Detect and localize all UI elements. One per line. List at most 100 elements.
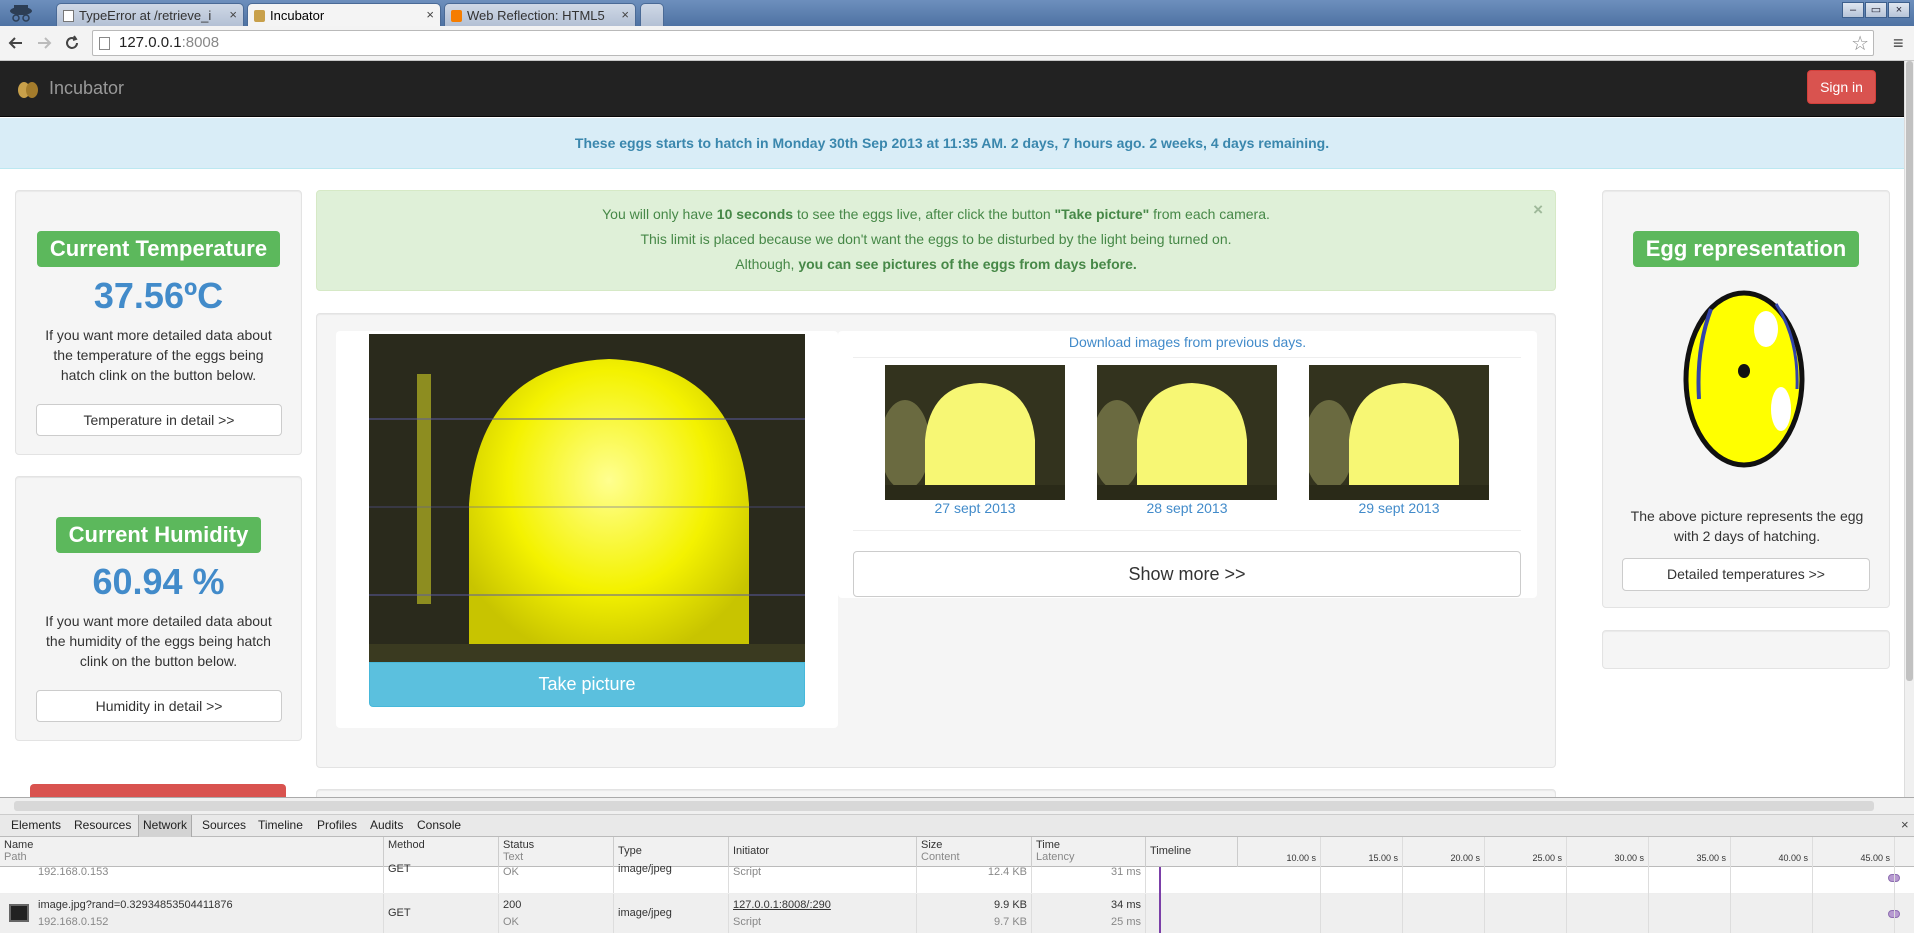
danger-button-partial[interactable] [30, 784, 286, 797]
timeline-tick-label: 20.00 s [1450, 853, 1480, 863]
request-initiator-link[interactable]: 127.0.0.1:8008/:290 [733, 898, 912, 912]
alert-line-2: This limit is placed because we don't wa… [640, 231, 1232, 247]
devtools-tab-sources[interactable]: Sources [198, 815, 250, 837]
show-more-button[interactable]: Show more >> [853, 551, 1521, 597]
timeline-grid-line [1566, 837, 1567, 933]
thumbnail-29-sept[interactable] [1309, 365, 1489, 500]
request-type: image/jpeg [614, 894, 729, 933]
column-initiator[interactable]: Initiator [729, 837, 917, 867]
timeline-grid-line [1320, 837, 1321, 933]
network-row[interactable]: image.jpg?rand=0.329348535044118​76 192.1… [0, 894, 1914, 933]
timeline-tick-label: 15.00 s [1368, 853, 1398, 863]
devtools-tab-profiles[interactable]: Profiles [313, 815, 361, 837]
arrow-right-icon [38, 37, 52, 49]
minimize-window-button[interactable]: – [1842, 2, 1864, 18]
timeline-grid-line [1484, 837, 1485, 933]
devtools-tab-console[interactable]: Console [413, 815, 465, 837]
incognito-icon [6, 3, 36, 23]
humidity-value: 60.94 % [92, 561, 225, 602]
timeline-tick-label: 10.00 s [1286, 853, 1316, 863]
camera-live-image [369, 334, 805, 662]
close-tab-icon[interactable]: × [426, 7, 434, 22]
network-table-header: Name Path Method Status Text Type Initiato… [0, 837, 1914, 867]
egg-representation-panel: Egg representation The above picture rep… [1602, 190, 1890, 608]
close-tab-icon[interactable]: × [621, 7, 629, 22]
humidity-panel: Current Humidity 60.94 % If you want mor… [15, 476, 302, 741]
devtools-tab-audits[interactable]: Audits [366, 815, 407, 837]
url-text: 127.0.0.1:8008 [119, 34, 220, 51]
column-time[interactable]: Time Latency [1032, 837, 1146, 867]
horizontal-scrollbar[interactable] [0, 798, 1914, 815]
request-method: GET [384, 864, 499, 893]
forward-button[interactable] [34, 33, 54, 53]
download-previous-images-link[interactable]: Download images from previous days. [838, 334, 1537, 350]
vertical-scrollbar[interactable] [1904, 61, 1914, 797]
bottom-panel-partial [316, 789, 1556, 797]
egg-description: The above picture represents the egg wit… [1630, 508, 1864, 544]
devtools-tab-timeline[interactable]: Timeline [254, 815, 307, 837]
thumbnail-28-sept[interactable] [1097, 365, 1277, 500]
browser-toolbar: 127.0.0.1:8008 ☆ ≡ [0, 26, 1914, 61]
thumbnail-caption[interactable]: 29 sept 2013 [1309, 500, 1489, 516]
browser-tab-title: Web Reflection: HTML5 [467, 8, 605, 23]
humidity-detail-button[interactable]: Humidity in detail >> [36, 690, 282, 722]
column-name[interactable]: Name Path [0, 837, 384, 867]
back-button[interactable] [6, 33, 26, 53]
network-row[interactable]: 192.168.0.153 GET OK image/jpeg Script 1… [0, 864, 1914, 894]
request-size: 9.9 KB [993, 899, 1027, 911]
devtools-tab-network[interactable]: Network [138, 815, 193, 837]
temperature-value: 37.56ºC [93, 275, 224, 316]
hatch-info-alert: These eggs starts to hatch in Monday 30t… [0, 118, 1904, 169]
timeline-marker-line [1159, 867, 1161, 933]
thumbnail-caption[interactable]: 27 sept 2013 [885, 500, 1065, 516]
timeline-tick-label: 30.00 s [1614, 853, 1644, 863]
request-time: 34 ms [1111, 899, 1141, 911]
browser-tab-incubator[interactable]: Incubator × [247, 3, 441, 26]
egg-title: Egg representation [1632, 231, 1860, 267]
maximize-window-button[interactable]: ▭ [1865, 2, 1887, 18]
column-status[interactable]: Status Text [499, 837, 614, 867]
incubator-logo-icon [16, 79, 38, 99]
devtools-panel: Elements Resources Network Sources Timel… [0, 797, 1914, 933]
request-latency: 25 ms [1111, 916, 1141, 928]
close-window-button[interactable]: × [1888, 2, 1910, 18]
take-picture-button[interactable]: Take picture [369, 662, 805, 707]
page-icon [99, 37, 110, 50]
devtools-tab-elements[interactable]: Elements [7, 815, 65, 837]
browser-tab-typeerror[interactable]: TypeError at /retrieve_i × [56, 3, 244, 26]
timeline-tick-label: 40.00 s [1778, 853, 1808, 863]
request-initiator-sub: Script [733, 866, 762, 878]
request-path: 192.168.0.153 [38, 866, 109, 878]
sign-in-button[interactable]: Sign in [1807, 70, 1876, 104]
alert-line-3: Although, you can see pictures of the eg… [735, 256, 1137, 272]
browser-tab-bar: TypeError at /retrieve_i × Incubator × W… [0, 0, 1914, 26]
devtools-tab-bar: Elements Resources Network Sources Timel… [0, 815, 1914, 837]
detailed-temperatures-button[interactable]: Detailed temperatures >> [1622, 558, 1870, 591]
address-bar[interactable]: 127.0.0.1:8008 ☆ [92, 30, 1874, 56]
temperature-detail-button[interactable]: Temperature in detail >> [36, 404, 282, 436]
timeline-grid-line [1730, 837, 1731, 933]
star-icon[interactable]: ☆ [1851, 31, 1869, 56]
humidity-title: Current Humidity [55, 517, 262, 553]
browser-tab-web-reflection[interactable]: Web Reflection: HTML5 × [444, 3, 636, 26]
browser-tab-title: Incubator [270, 8, 325, 23]
page-icon [63, 10, 74, 22]
request-status: 200 [503, 899, 522, 911]
column-timeline[interactable]: Timeline [1146, 837, 1238, 867]
close-icon[interactable]: × [1533, 197, 1543, 222]
timeline-grid-line [1402, 837, 1403, 933]
request-method: GET [384, 894, 499, 933]
thumbnail-27-sept[interactable] [885, 365, 1065, 500]
column-size[interactable]: Size Content [917, 837, 1032, 867]
reload-button[interactable] [62, 33, 82, 53]
thumbnail-caption[interactable]: 28 sept 2013 [1097, 500, 1277, 516]
new-tab-button[interactable] [640, 3, 664, 26]
divider [853, 357, 1521, 358]
hamburger-menu-icon[interactable]: ≡ [1893, 33, 1904, 54]
temperature-title: Current Temperature [36, 231, 281, 267]
temperature-panel: Current Temperature 37.56ºC If you want … [15, 190, 302, 455]
close-tab-icon[interactable]: × [229, 7, 237, 22]
close-devtools-icon[interactable]: × [1901, 817, 1909, 832]
devtools-tab-resources[interactable]: Resources [70, 815, 135, 837]
navbar-brand[interactable]: Incubator [49, 78, 124, 99]
